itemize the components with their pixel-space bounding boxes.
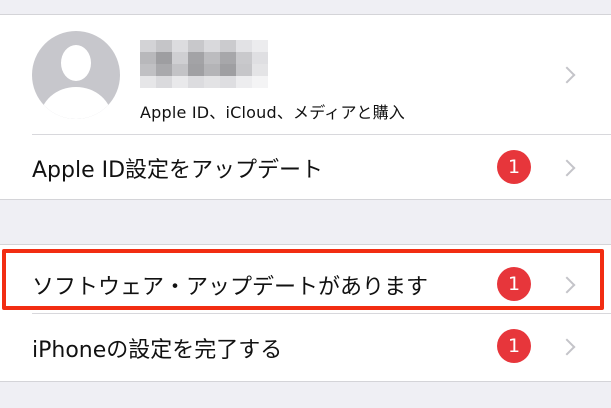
chevron-right-icon: [558, 66, 576, 84]
group-divider: [0, 381, 611, 382]
profile-subtitle: Apple ID、iCloud、メディアと購入: [140, 103, 405, 122]
row-label: iPhoneの設定を完了する: [32, 338, 283, 363]
notification-badge: 1: [497, 267, 531, 301]
avatar: [32, 31, 120, 119]
alerts-group: ソフトウェア・アップデートがあります 1 iPhoneの設定を完了する 1: [0, 245, 611, 381]
blurred-account-name: [140, 40, 268, 88]
group-divider: [0, 199, 611, 200]
avatar-body-shape: [40, 87, 112, 119]
avatar-head-shape: [61, 45, 91, 81]
notification-badge: 1: [497, 329, 531, 363]
chevron-right-icon: [558, 159, 576, 177]
row-label: Apple ID設定をアップデート: [32, 158, 324, 183]
chevron-right-icon: [558, 338, 576, 356]
notification-badge: 1: [497, 150, 531, 184]
account-group: Apple ID、iCloud、メディアと購入 Apple ID設定をアップデー…: [0, 15, 611, 199]
row-label: ソフトウェア・アップデートがあります: [32, 275, 429, 300]
apple-id-profile-row[interactable]: Apple ID、iCloud、メディアと購入: [0, 15, 611, 134]
software-update-row[interactable]: ソフトウェア・アップデートがあります 1: [0, 245, 611, 313]
finish-iphone-setup-row[interactable]: iPhoneの設定を完了する 1: [0, 314, 611, 381]
chevron-right-icon: [558, 276, 576, 294]
update-apple-id-settings-row[interactable]: Apple ID設定をアップデート 1: [0, 135, 611, 199]
